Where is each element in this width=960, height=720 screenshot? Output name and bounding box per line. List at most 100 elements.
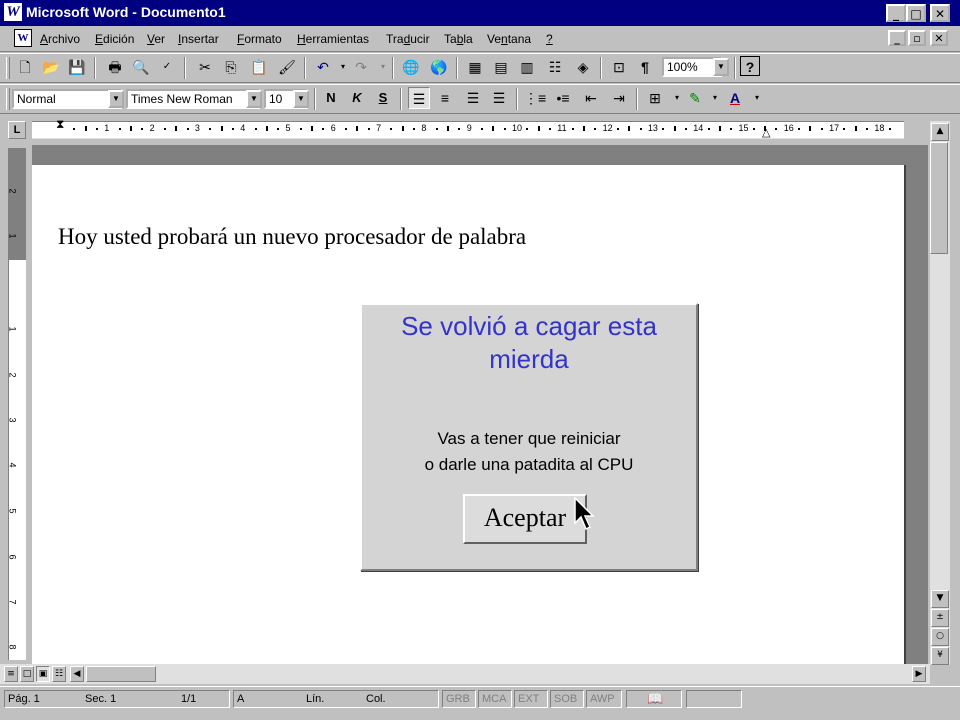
status-mca[interactable]: MCA	[478, 690, 512, 708]
scroll-right-icon[interactable]: ▶	[912, 666, 926, 682]
ruler-tick	[220, 126, 223, 131]
scroll-down-icon[interactable]: ▼	[931, 590, 949, 608]
doc-minimize-button[interactable]: _	[888, 30, 906, 46]
redo-icon[interactable]: ↷	[350, 56, 372, 78]
font-combo[interactable]: Times New Roman	[126, 89, 260, 109]
ruler-number: 10	[512, 123, 523, 133]
document-icon[interactable]: W	[14, 29, 32, 47]
ruler-tick	[265, 126, 268, 131]
ruler-tick	[413, 128, 416, 130]
highlight-dropdown-icon[interactable]: ▾	[704, 87, 726, 109]
cut-icon[interactable]: ✂	[194, 56, 216, 78]
style-dropdown-icon[interactable]: ▼	[108, 90, 124, 108]
new-document-icon[interactable]: 🗋	[14, 56, 36, 78]
toolbar-grip[interactable]	[6, 88, 10, 110]
align-left-icon[interactable]: ☰	[408, 87, 430, 109]
paste-icon[interactable]: 📋	[248, 56, 270, 78]
menu-formato[interactable]: Formato	[237, 32, 282, 46]
print-preview-icon[interactable]: 🔍	[130, 56, 152, 78]
status-awp[interactable]: AWP	[586, 690, 622, 708]
menu-herramientas[interactable]: Herramientas	[297, 32, 369, 46]
insert-table-icon[interactable]: ▤	[490, 56, 512, 78]
numbering-icon[interactable]: ⋮≡	[524, 87, 546, 109]
menu-ver[interactable]: Ver	[147, 32, 165, 46]
word-app-icon[interactable]: W	[4, 3, 22, 21]
increase-indent-icon[interactable]: ⇥	[608, 87, 630, 109]
format-painter-icon[interactable]: 🖌	[276, 56, 298, 78]
align-center-icon[interactable]: ≡	[434, 87, 456, 109]
style-combo[interactable]: Normal	[12, 89, 122, 109]
menu-traducir[interactable]: Traducir	[386, 32, 430, 46]
doc-restore-button[interactable]: ▫	[908, 30, 926, 46]
web-toolbar-icon[interactable]: 🌎	[428, 56, 450, 78]
tables-borders-icon[interactable]: ▦	[464, 56, 486, 78]
print-icon[interactable]: 🖶	[104, 56, 126, 78]
scroll-left-icon[interactable]: ◀	[70, 666, 84, 682]
horizontal-scroll-thumb[interactable]	[86, 666, 156, 682]
font-dropdown-icon[interactable]: ▼	[246, 90, 262, 108]
columns-icon[interactable]: ☷	[544, 56, 566, 78]
accept-button[interactable]: Aceptar	[463, 494, 587, 544]
menu-insertar[interactable]: Insertar	[178, 32, 219, 46]
insert-hyperlink-icon[interactable]: 🌐	[400, 56, 422, 78]
highlight-icon[interactable]: ✎	[684, 87, 706, 109]
toolbar-grip[interactable]	[6, 57, 10, 79]
first-line-indent-icon[interactable]: ⧗	[56, 118, 64, 130]
ruler-number: 4	[240, 123, 246, 133]
right-indent-icon[interactable]: △	[762, 126, 770, 139]
document-map-icon[interactable]: ⊡	[608, 56, 630, 78]
zoom-dropdown-icon[interactable]: ▼	[713, 58, 729, 76]
show-hide-icon[interactable]: ¶	[634, 56, 656, 78]
doc-close-button[interactable]: ✕	[930, 30, 948, 46]
outline-view-icon[interactable]: ☷	[52, 666, 66, 682]
menu-archivo[interactable]: Archivo	[40, 32, 80, 46]
insert-excel-icon[interactable]: ▥	[516, 56, 538, 78]
toolbar-separator	[184, 57, 186, 79]
office-assistant-icon[interactable]: ?	[740, 56, 760, 76]
menu-tabla[interactable]: Tabla	[444, 32, 473, 46]
ruler-tick	[141, 128, 144, 130]
ruler-number: 16	[783, 123, 794, 133]
spelling-status-icon[interactable]: 📖	[626, 690, 682, 708]
browse-object-icon[interactable]: ○	[931, 628, 949, 646]
menu-edicion[interactable]: Edición	[95, 32, 134, 46]
next-page-icon[interactable]: ¥	[931, 647, 949, 665]
normal-view-icon[interactable]: ≡	[4, 666, 18, 682]
italic-button[interactable]: K	[346, 87, 368, 109]
spelling-icon[interactable]: ✓	[156, 56, 178, 78]
copy-icon[interactable]: ⎘	[220, 56, 242, 78]
print-layout-icon[interactable]: ▣	[36, 666, 50, 682]
bold-button[interactable]: N	[320, 87, 342, 109]
status-sob[interactable]: SOB	[550, 690, 584, 708]
save-icon[interactable]: 💾	[66, 56, 88, 78]
status-ext[interactable]: EXT	[514, 690, 548, 708]
web-layout-icon[interactable]: □	[20, 666, 34, 682]
undo-icon[interactable]: ↶	[312, 56, 334, 78]
status-grb[interactable]: GRB	[442, 690, 476, 708]
align-right-icon[interactable]: ☰	[462, 87, 484, 109]
status-page: Pág. 1	[8, 693, 40, 705]
close-button[interactable]: ✕	[930, 4, 950, 22]
bullets-icon[interactable]: •≡	[552, 87, 574, 109]
tab-stop-selector[interactable]: L	[8, 121, 26, 139]
maximize-button[interactable]: □	[906, 4, 926, 22]
menu-help[interactable]: ?	[546, 32, 553, 46]
justify-icon[interactable]: ☰	[488, 87, 510, 109]
previous-page-icon[interactable]: ±	[931, 609, 949, 627]
font-color-icon[interactable]: A	[724, 87, 746, 109]
open-folder-icon[interactable]: 📂	[40, 56, 62, 78]
vertical-scroll-thumb[interactable]	[930, 142, 948, 254]
font-color-dropdown-icon[interactable]: ▾	[746, 87, 768, 109]
size-dropdown-icon[interactable]: ▼	[293, 90, 309, 108]
vertical-ruler-number: 1	[7, 326, 18, 332]
menu-ventana[interactable]: Ventana	[487, 32, 531, 46]
scroll-up-icon[interactable]: ▲	[931, 123, 949, 141]
underline-button[interactable]: S	[372, 87, 394, 109]
document-text[interactable]: Hoy usted probará un nuevo procesador de…	[58, 224, 526, 250]
borders-icon[interactable]: ⊞	[644, 87, 666, 109]
redo-dropdown-icon[interactable]: ▾	[372, 56, 394, 78]
drawing-icon[interactable]: ◈	[572, 56, 594, 78]
decrease-indent-icon[interactable]: ⇤	[580, 87, 602, 109]
minimize-button[interactable]: _	[886, 4, 906, 22]
toolbar-separator	[636, 88, 638, 110]
